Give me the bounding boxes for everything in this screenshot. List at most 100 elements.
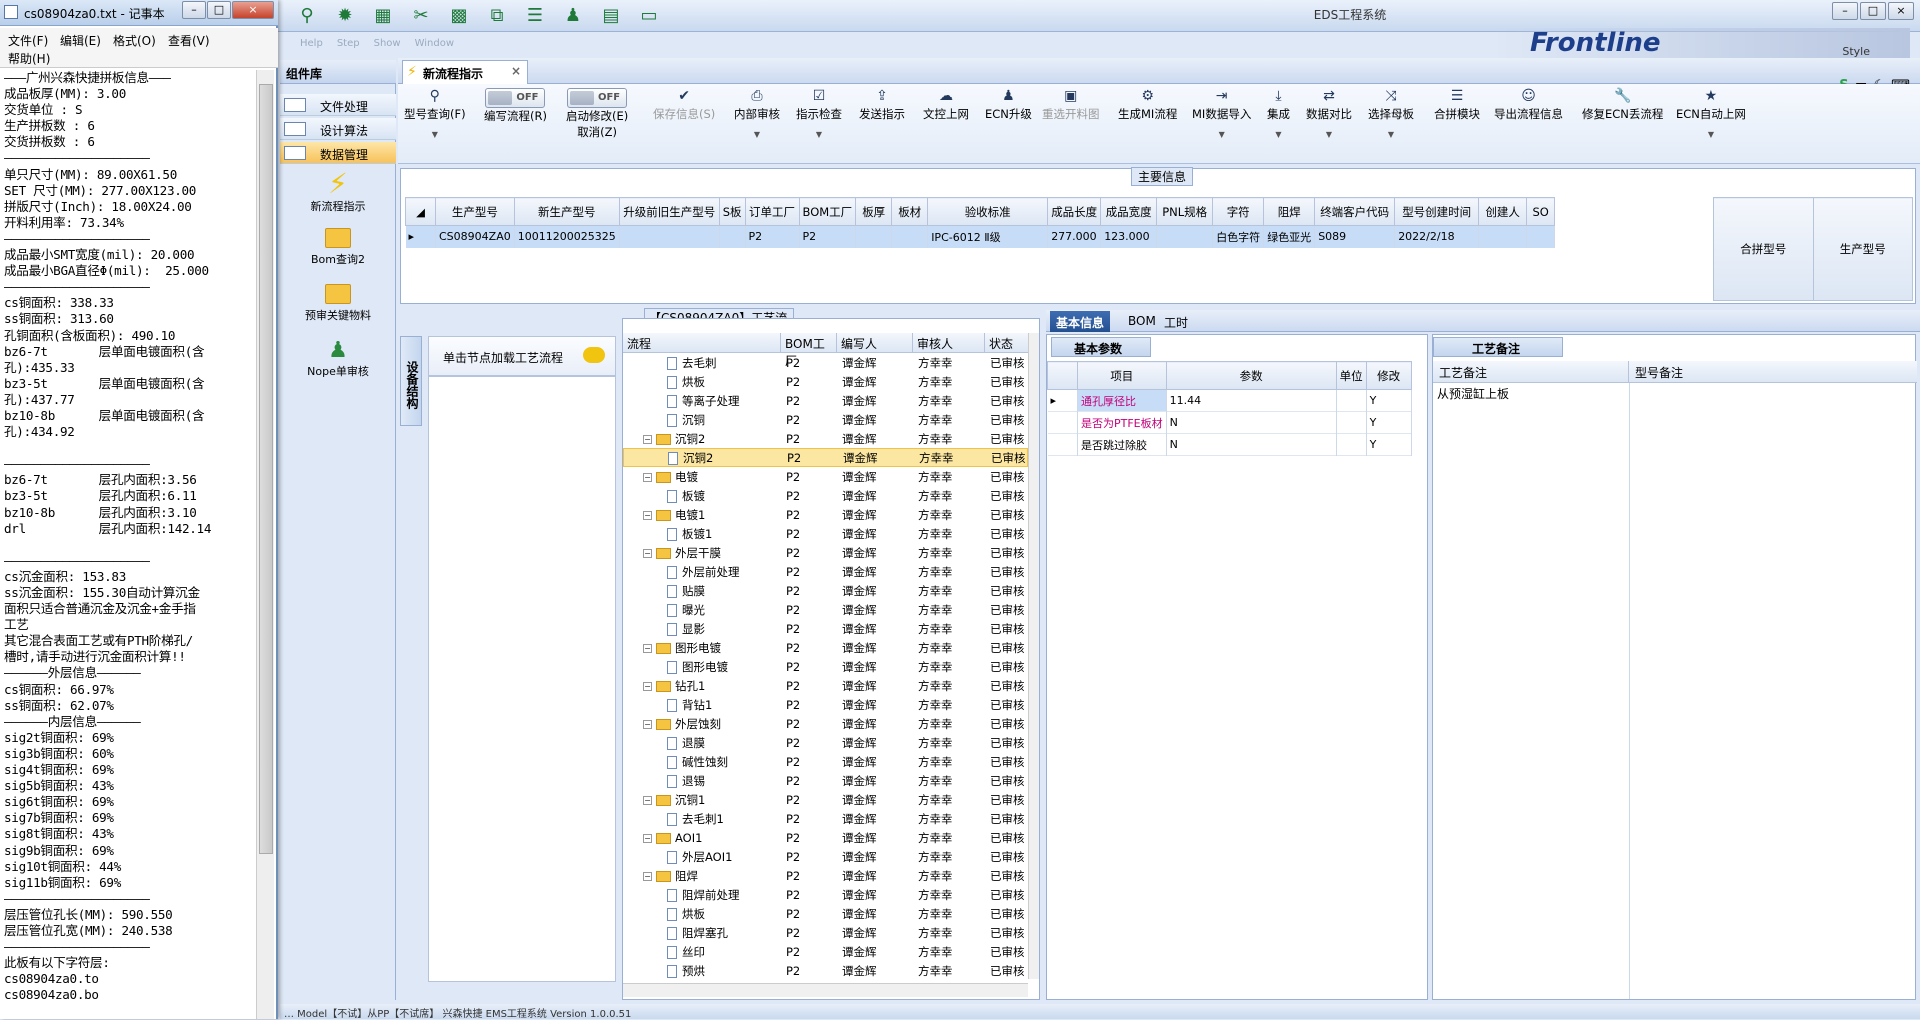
start-modify-toggle[interactable]: OFF 启动修改(E) 取消(Z) (566, 88, 628, 140)
toggle-switch[interactable]: OFF (567, 88, 628, 108)
close-icon[interactable]: × (511, 64, 521, 78)
param-cell-value[interactable]: N (1166, 433, 1337, 456)
collapse-toggle-icon[interactable]: − (643, 510, 652, 520)
ecn-upgrade-button[interactable]: ♟ ECN升级 (985, 88, 1032, 122)
scissors-icon[interactable]: ✂ (409, 4, 433, 28)
param-cell-mod[interactable]: Y (1366, 411, 1412, 434)
copy-icon[interactable]: ⧉ (485, 4, 509, 28)
column-header[interactable]: 新生产型号 (513, 197, 620, 226)
style-label[interactable]: Style (1842, 45, 1870, 58)
settings-icon[interactable]: ✹ (333, 4, 357, 28)
collapse-toggle-icon[interactable]: − (643, 871, 652, 881)
ecn-auto-button[interactable]: ★ ECN自动上网 ▼ (1676, 88, 1746, 139)
column-header[interactable]: 字符 (1212, 197, 1265, 226)
table-cell[interactable]: S089 (1314, 225, 1396, 248)
tab-basic-info[interactable]: 基本信息 (1050, 311, 1111, 332)
menu-file[interactable]: 文件(F) (8, 32, 48, 49)
param-cell-value[interactable]: N (1166, 411, 1337, 434)
collapse-toggle-icon[interactable]: − (643, 434, 652, 444)
col-unit[interactable]: 单位 (1335, 361, 1367, 390)
tree-row[interactable]: 预烘 P2 谭金辉 方幸幸 已审核 (623, 961, 1028, 980)
col-process-note[interactable]: 工艺备注 (1433, 361, 1629, 382)
collapse-toggle-icon[interactable]: − (643, 719, 652, 729)
select-master-button[interactable]: ⤨ 选择母板 ▼ (1368, 88, 1414, 139)
param-cell-unit[interactable] (1336, 433, 1367, 456)
maximize-button[interactable]: □ (1860, 2, 1886, 20)
tree-row[interactable]: 阻焊塞孔 P2 谭金辉 方幸幸 已审核 (623, 923, 1028, 942)
tree-row[interactable]: 烘板 P2 谭金辉 方幸幸 已审核 (623, 904, 1028, 923)
merge-module-button[interactable]: ☰ 合拼模块 (1434, 88, 1480, 122)
tree-row[interactable]: 阻焊前处理 P2 谭金辉 方幸幸 已审核 (623, 885, 1028, 904)
collapse-toggle-icon[interactable]: − (643, 548, 652, 558)
tree-row[interactable]: 退锡 P2 谭金辉 方幸幸 已审核 (623, 771, 1028, 790)
notes-tab[interactable]: 工艺备注 (1433, 337, 1563, 357)
tree-hscrollbar[interactable] (623, 983, 1028, 997)
toggle-switch[interactable]: OFF (485, 88, 546, 108)
nav-item-file-process[interactable]: 文件处理 (280, 94, 396, 116)
param-cell-item[interactable]: 通孔厚径比 (1077, 389, 1167, 412)
param-cell-item[interactable]: 是否为PTFE板材 (1077, 411, 1167, 434)
param-row[interactable]: 是否为PTFE板材 N Y (1047, 411, 1412, 434)
query-button[interactable]: ⚲ 型号查询(F) ▼ (404, 88, 466, 139)
col-bom[interactable]: BOM工厂 (781, 333, 837, 368)
param-row[interactable]: 是否跳过除胶 N Y (1047, 433, 1412, 456)
tree-row[interactable]: 碱性蚀刻 P2 谭金辉 方幸幸 已审核 (623, 752, 1028, 771)
column-header[interactable]: 订单工厂 (744, 197, 800, 226)
param-cell-unit[interactable] (1336, 389, 1367, 412)
table-cell[interactable]: IPC-6012 Ⅱ级 (927, 225, 1049, 248)
tab-hours[interactable]: 工时 (1158, 311, 1194, 332)
menu-edit[interactable]: 编辑(E) (60, 32, 101, 49)
tree-row[interactable]: − 阻焊 P2 谭金辉 方幸幸 已审核 (623, 866, 1028, 885)
nav-key-material[interactable]: 预审关键物料 (280, 284, 396, 323)
column-header[interactable]: 验收标准 (927, 197, 1049, 226)
fix-ecn-button[interactable]: 🔧 修复ECN丢流程 (1582, 88, 1663, 122)
tree-row[interactable]: 曝光 P2 谭金辉 方幸幸 已审核 (623, 600, 1028, 619)
nav-bom-query[interactable]: Bom查询2 (280, 228, 396, 267)
column-header[interactable]: 升级前旧生产型号 (618, 197, 720, 226)
col-writer[interactable]: 编写人 (837, 333, 913, 352)
regen-drawing-button[interactable]: ▣ 重选开料图 (1042, 88, 1100, 122)
table-cell[interactable]: 277.000 (1047, 225, 1102, 248)
notepad-maximize-button[interactable]: □ (207, 1, 231, 19)
tree-row[interactable]: − 沉铜1 P2 谭金辉 方幸幸 已审核 (623, 790, 1028, 809)
tree-row[interactable]: 丝印 P2 谭金辉 方幸幸 已审核 (623, 942, 1028, 961)
param-cell-mod[interactable]: Y (1366, 433, 1412, 456)
table-cell[interactable] (855, 225, 893, 248)
table-cell[interactable]: 白色字符 (1212, 225, 1265, 248)
menu-view[interactable]: 查看(V) (168, 32, 210, 49)
tree-row[interactable]: − 沉铜2 P2 谭金辉 方幸幸 已审核 (623, 429, 1028, 448)
tree-row[interactable]: − 图形电镀 P2 谭金辉 方幸幸 已审核 (623, 638, 1028, 657)
column-header[interactable]: BOM工厂 (798, 197, 857, 226)
collapse-toggle-icon[interactable]: − (643, 795, 652, 805)
tree-row[interactable]: 沉铜2 P2 谭金辉 方幸幸 已审核 (623, 448, 1028, 467)
search-icon[interactable]: ⚲ (295, 4, 319, 28)
column-header[interactable]: S板 (718, 197, 746, 226)
param-cell-mod[interactable]: Y (1366, 389, 1412, 412)
tree-row[interactable]: 去毛刺 P2 谭金辉 方幸幸 已审核 (623, 353, 1028, 372)
write-flow-toggle[interactable]: OFF 编写流程(R) (484, 88, 547, 124)
table-cell[interactable]: CS08904ZA0 (435, 225, 515, 248)
scroll-thumb[interactable] (259, 84, 273, 854)
tree-row[interactable]: 板镀1 P2 谭金辉 方幸幸 已审核 (623, 524, 1028, 543)
tree-row[interactable]: 外层前处理 P2 谭金辉 方幸幸 已审核 (623, 562, 1028, 581)
load-node-hint[interactable]: 单击节点加载工艺流程 (428, 336, 616, 376)
column-header[interactable]: SO (1526, 197, 1556, 226)
table-cell[interactable]: 2022/2/18 (1394, 225, 1480, 248)
table-cell[interactable]: P2 (745, 225, 800, 248)
column-header[interactable]: 成品长度 (1047, 197, 1102, 226)
column-header[interactable]: 成品宽度 (1100, 197, 1158, 226)
tree-row[interactable]: 去毛刺1 P2 谭金辉 方幸幸 已审核 (623, 809, 1028, 828)
tree-row[interactable]: 贴膜 P2 谭金辉 方幸幸 已审核 (623, 581, 1028, 600)
params-tab[interactable]: 基本参数 (1051, 337, 1151, 357)
merge-model-header[interactable]: 合拼型号 (1713, 197, 1814, 301)
tree-row[interactable]: 图形电镀 P2 谭金辉 方幸幸 已审核 (623, 657, 1028, 676)
tree-row[interactable]: − 外层干膜 P2 谭金辉 方幸幸 已审核 (623, 543, 1028, 562)
minimize-button[interactable]: – (1832, 2, 1858, 20)
col-modify[interactable]: 修改 (1365, 361, 1412, 390)
tab-new-flow[interactable]: ⚡ 新流程指示 × (402, 60, 528, 84)
tree-row[interactable]: 等离子处理 P2 谭金辉 方幸幸 已审核 (623, 391, 1028, 410)
nav-item-design-algo[interactable]: 设计算法 (280, 118, 396, 140)
film-icon[interactable]: ▩ (447, 4, 471, 28)
mi-import-button[interactable]: ⇥ MI数据导入 ▼ (1192, 88, 1251, 139)
table-cell[interactable]: 123.000 (1100, 225, 1158, 248)
